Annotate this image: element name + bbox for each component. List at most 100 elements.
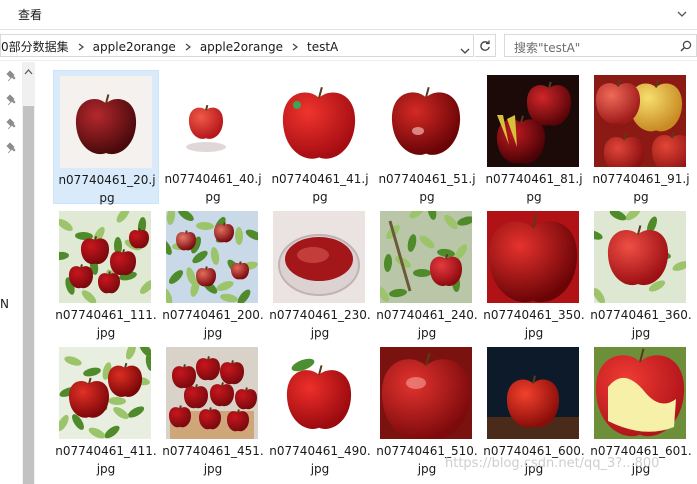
scroll-up-icon[interactable] [24, 68, 33, 75]
file-tile[interactable]: n07740461_350. jpg [481, 206, 587, 340]
file-name-line2: jpg [310, 326, 330, 340]
file-name-line2: pg [526, 190, 542, 204]
file-name-line1: n07740461_240. [376, 308, 478, 322]
breadcrumb-item[interactable]: apple2orange [196, 40, 287, 54]
file-name: n07740461_41.jpg [267, 170, 373, 206]
file-name-line1: n07740461_411. [55, 444, 157, 458]
ribbon: 查看 [0, 0, 697, 30]
image-thumbnail [273, 75, 365, 167]
navigation-pane: N [0, 62, 22, 484]
pin-icon[interactable] [6, 142, 18, 154]
search-input[interactable]: 搜索"testA" [504, 34, 697, 57]
file-name-line2: pg [633, 190, 649, 204]
chevron-right-icon[interactable] [76, 42, 86, 52]
file-name: n07740461_40.jpg [160, 170, 266, 206]
pin-icon[interactable] [6, 118, 18, 130]
image-thumbnail [166, 211, 258, 303]
file-tile[interactable]: n07740461_51.jpg [374, 70, 480, 204]
breadcrumb: 0部分数据集 apple2orange apple2orange testA [1, 38, 342, 55]
image-thumbnail [594, 211, 686, 303]
file-name: n07740461_451. jpg [160, 442, 266, 478]
file-name: n07740461_240.jpg [374, 306, 480, 342]
image-thumbnail [166, 347, 258, 439]
search-icon[interactable] [680, 40, 692, 52]
file-tile[interactable]: n07740461_91.jpg [588, 70, 694, 204]
file-tile[interactable]: n07740461_20.jpg [53, 70, 160, 207]
file-name-line2: jpg [203, 326, 223, 340]
image-thumbnail [380, 347, 472, 439]
file-tile[interactable]: n07740461_451. jpg [160, 342, 266, 476]
refresh-icon [480, 40, 490, 51]
file-name-line1: n07740461_230. [269, 308, 371, 322]
file-name-line2: jpg [96, 326, 116, 340]
chevron-right-icon[interactable] [183, 42, 193, 52]
breadcrumb-item[interactable]: 0部分数据集 [1, 38, 73, 55]
file-name-line2: jpg [96, 462, 116, 476]
file-grid: n07740461_20.jpg n07740461_40.jpg n07740… [35, 62, 697, 484]
file-name: n07740461_51.jpg [374, 170, 480, 206]
file-name-line2: pg [99, 191, 115, 205]
breadcrumb-item[interactable]: testA [303, 40, 342, 54]
image-thumbnail [59, 211, 151, 303]
file-name: n07740461_350. jpg [481, 306, 587, 342]
file-tile[interactable]: n07740461_230.jpg [267, 206, 373, 340]
file-name-line1: n07740461_40.j [164, 172, 262, 186]
image-thumbnail [380, 211, 472, 303]
image-thumbnail [487, 347, 579, 439]
breadcrumb-item[interactable]: apple2orange [89, 40, 180, 54]
file-name: n07740461_200.jpg [160, 306, 266, 342]
tab-view[interactable]: 查看 [18, 6, 42, 23]
image-thumbnail [273, 211, 365, 303]
file-name: n07740461_81.jpg [481, 170, 587, 206]
image-thumbnail [594, 347, 686, 439]
file-tile[interactable]: n07740461_360. jpg [588, 206, 694, 340]
file-name: n07740461_360. jpg [588, 306, 694, 342]
address-bar[interactable]: 0部分数据集 apple2orange apple2orange testA [0, 34, 474, 57]
file-name-line2: pg [312, 190, 328, 204]
chevron-down-icon[interactable] [459, 45, 471, 57]
file-name-line2: pg [205, 190, 221, 204]
file-name-line1: n07740461_91.j [592, 172, 690, 186]
file-name-line1: n07740461_41.j [271, 172, 369, 186]
file-tile[interactable]: n07740461_411.jpg [53, 342, 159, 476]
file-name: n07740461_111.jpg [53, 306, 159, 342]
address-row: 0部分数据集 apple2orange apple2orange testA 搜… [0, 30, 697, 61]
file-name: n07740461_91.jpg [588, 170, 694, 206]
file-name-line2: jpg [417, 326, 437, 340]
file-name-line2: jpg [203, 462, 223, 476]
scrollbar-thumb[interactable] [23, 106, 34, 484]
file-name-line1: n07740461_51.j [378, 172, 476, 186]
watermark: https://blog.csdn.net/qq_3?...800 [445, 456, 660, 471]
file-name: n07740461_20.jpg [54, 171, 160, 207]
nav-item-label[interactable]: N [0, 297, 9, 311]
file-tile[interactable]: n07740461_81.jpg [481, 70, 587, 204]
file-name-line1: n07740461_490. [269, 444, 371, 458]
file-name-line2: jpg [310, 462, 330, 476]
chevron-down-icon[interactable] [675, 7, 689, 21]
image-thumbnail [166, 75, 258, 167]
chevron-right-icon[interactable] [290, 42, 300, 52]
file-name-line2: pg [419, 190, 435, 204]
file-name: n07740461_411.jpg [53, 442, 159, 478]
file-tile[interactable]: n07740461_240.jpg [374, 206, 480, 340]
file-name-line1: n07740461_111. [55, 308, 157, 322]
pin-icon[interactable] [6, 94, 18, 106]
image-thumbnail [380, 75, 472, 167]
file-tile[interactable]: n07740461_490.jpg [267, 342, 373, 476]
image-thumbnail [487, 211, 579, 303]
refresh-button[interactable] [475, 34, 496, 57]
file-name: n07740461_230.jpg [267, 306, 373, 342]
file-name-line1: n07740461_200. [162, 308, 264, 322]
file-name-line1: n07740461_20.j [58, 173, 156, 187]
pin-icon[interactable] [6, 70, 18, 82]
file-name-line1: n07740461_350. [483, 308, 585, 322]
file-tile[interactable]: n07740461_111.jpg [53, 206, 159, 340]
image-thumbnail [273, 347, 365, 439]
file-name-line1: n07740461_81.j [485, 172, 583, 186]
file-tile[interactable]: n07740461_40.jpg [160, 70, 266, 204]
image-thumbnail [59, 347, 151, 439]
scrollbar[interactable] [22, 62, 35, 484]
file-tile[interactable]: n07740461_200.jpg [160, 206, 266, 340]
file-tile[interactable]: n07740461_41.jpg [267, 70, 373, 204]
search-placeholder: 搜索"testA" [514, 41, 581, 55]
